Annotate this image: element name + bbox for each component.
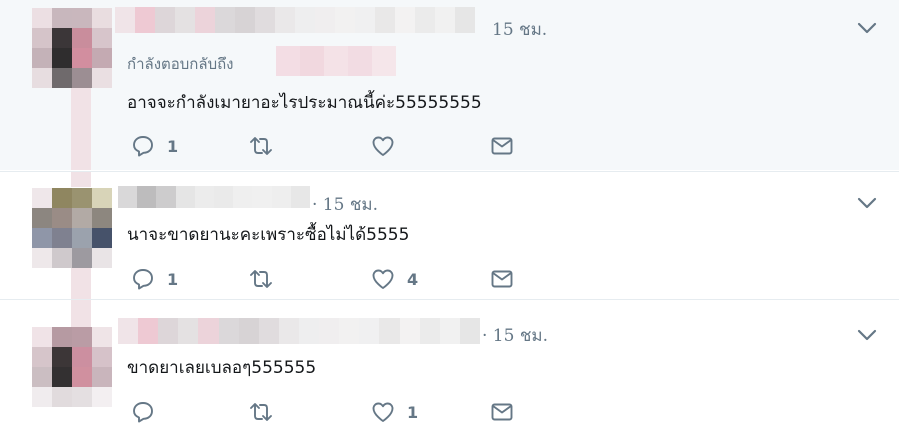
reply-icon [133, 402, 153, 423]
reply-icon [133, 269, 153, 290]
heart-icon [372, 269, 394, 289]
author-name-blurred[interactable] [115, 7, 475, 33]
mail-icon [491, 270, 513, 288]
retweet-button[interactable] [249, 134, 285, 158]
retweet-icon [250, 270, 272, 288]
like-button[interactable] [371, 134, 407, 158]
reply-icon [133, 136, 153, 157]
tweet-text: ขาดยาเลยเบลอๆ555555 [127, 358, 317, 378]
reply-button[interactable]: 1 [131, 267, 178, 291]
chevron-down-icon[interactable] [857, 328, 877, 342]
tweet-timestamp[interactable]: · 15 ชม. [312, 191, 378, 218]
avatar[interactable] [32, 8, 112, 88]
thread-line [71, 268, 91, 299]
chevron-down-icon[interactable] [857, 196, 877, 210]
tweet-timestamp[interactable]: 15 ชม. [492, 16, 547, 43]
direct-message-button[interactable] [490, 134, 514, 158]
tweet-text: นาจะขาดยานะคะเพราะซื้อไม่ได้5555 [127, 225, 410, 245]
author-name-blurred[interactable] [118, 186, 311, 208]
avatar[interactable] [32, 188, 112, 268]
like-count: 1 [407, 402, 419, 422]
replying-to-label: กำลังตอบกลับถึง [127, 55, 234, 73]
tweet-text: อาจจะกำลังเมายาอะไรประมาณนี้ค่ะ55555555 [127, 93, 482, 113]
tweet-timestamp[interactable]: · 15 ชม. [482, 322, 548, 349]
avatar[interactable] [32, 327, 112, 407]
tweet-1[interactable]: 15 ชม. กำลังตอบกลับถึง อาจจะกำลังเมายาอะ… [0, 0, 899, 170]
direct-message-button[interactable] [490, 400, 514, 424]
reply-count: 1 [167, 136, 179, 156]
reply-button[interactable]: 1 [131, 134, 178, 158]
like-button[interactable]: 4 [371, 267, 418, 291]
reply-button[interactable] [131, 400, 167, 424]
chevron-down-icon[interactable] [857, 21, 877, 35]
heart-icon [372, 136, 394, 156]
author-name-blurred[interactable] [118, 318, 480, 344]
thread-line [71, 88, 91, 170]
retweet-button[interactable] [249, 267, 285, 291]
reply-count: 1 [167, 269, 179, 289]
thread-line [71, 172, 91, 187]
thread-line [71, 300, 91, 327]
retweet-icon [250, 403, 272, 421]
retweet-icon [250, 137, 272, 155]
mail-icon [491, 137, 513, 155]
direct-message-button[interactable] [490, 267, 514, 291]
reply-to-handle-blurred[interactable] [276, 46, 396, 76]
like-count: 4 [407, 269, 419, 289]
tweet-2[interactable]: · 15 ชม. นาจะขาดยานะคะเพราะซื้อไม่ได้555… [0, 171, 899, 299]
heart-icon [372, 402, 394, 422]
like-button[interactable]: 1 [371, 400, 418, 424]
retweet-button[interactable] [249, 400, 285, 424]
tweet-3[interactable]: · 15 ชม. ขาดยาเลยเบลอๆ555555 1 [0, 299, 899, 432]
mail-icon [491, 403, 513, 421]
